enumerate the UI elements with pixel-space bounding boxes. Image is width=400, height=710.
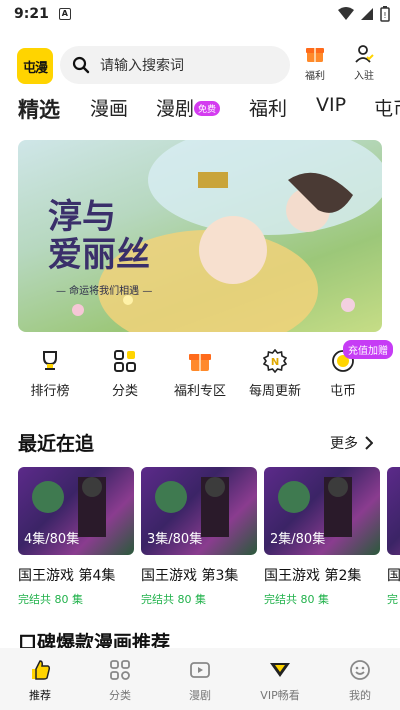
tab-welfare[interactable]: 福利	[249, 94, 287, 121]
nav-category[interactable]: 分类	[80, 648, 160, 710]
welfare-zone-button[interactable]: 福利专区	[165, 348, 235, 399]
category-grid-icon	[114, 350, 136, 372]
banner-title: 淳与 爱丽丝	[48, 198, 150, 274]
wifi-icon	[338, 7, 354, 20]
gift-icon	[306, 48, 324, 62]
comic-cover: 4集/80集	[18, 467, 134, 555]
nav-recommend[interactable]: 推荐	[0, 648, 80, 710]
more-label: 更多	[330, 436, 358, 452]
comic-title: 国王游戏 第4集	[18, 568, 116, 584]
comic-status: 完结共 80 集	[141, 593, 206, 606]
smile-icon	[350, 660, 370, 680]
welfare-button[interactable]: 福利	[295, 44, 335, 82]
category-button[interactable]: 分类	[90, 348, 160, 399]
recommend-section-title: 口碑爆款漫画推荐	[18, 632, 171, 650]
recent-card[interactable]: 2集/80集 国王游戏 第2集 完结共 80 集	[264, 467, 380, 607]
nav-category-label: 分类	[109, 689, 131, 702]
episode-count: 3集/80集	[147, 532, 203, 547]
comic-cover	[387, 467, 400, 555]
nav-vip-label: VIP畅看	[260, 689, 300, 702]
tab-comics[interactable]: 漫画	[90, 94, 128, 121]
app-logo[interactable]: 屯漫	[17, 48, 53, 84]
recent-card[interactable]: 3集/80集 国王游戏 第3集 完结共 80 集	[141, 467, 257, 607]
nav-mine-label: 我的	[349, 689, 371, 702]
status-indicators: !	[338, 6, 390, 22]
episode-count: 2集/80集	[270, 532, 326, 547]
quick-menu: 排行榜 分类 福利专区 N 每周更新 屯币	[0, 348, 400, 400]
free-badge: 免费	[194, 101, 221, 116]
banner-title-line1: 淳与	[48, 197, 116, 237]
recent-card[interactable]: 4集/80集 国王游戏 第4集 完结共 80 集	[18, 467, 134, 607]
join-label: 入驻	[354, 71, 374, 82]
comic-title: 国	[387, 568, 400, 584]
status-bar: 9:21 A !	[0, 0, 400, 28]
recharge-bonus-badge: 充值加赠	[343, 340, 393, 359]
search-bar[interactable]: 请输入搜索词	[60, 46, 290, 84]
nav-recommend-label: 推荐	[29, 689, 51, 702]
notification-icon: A	[58, 8, 71, 20]
more-button[interactable]: 更多	[330, 433, 373, 453]
tab-coins[interactable]: 屯币	[374, 94, 400, 121]
battery-icon: !	[380, 6, 390, 22]
category-label: 分类	[111, 384, 138, 399]
category-grid-icon	[110, 660, 130, 680]
tab-vip[interactable]: VIP	[316, 94, 346, 116]
welfare-zone-label: 福利专区	[173, 384, 226, 399]
recent-card[interactable]: 国 完	[387, 467, 400, 607]
chevron-right-icon	[365, 436, 373, 450]
tab-featured[interactable]: 精选	[18, 94, 60, 124]
weekly-update-button[interactable]: N 每周更新	[240, 348, 310, 399]
comic-title: 国王游戏 第3集	[141, 568, 239, 584]
thumbs-up-icon	[32, 660, 51, 680]
featured-banner[interactable]: 淳与 爱丽丝 — 命运将我们相遇 —	[18, 140, 382, 332]
comic-cover: 2集/80集	[264, 467, 380, 555]
signal-icon	[361, 8, 373, 20]
vip-diamond-icon	[270, 663, 290, 677]
episode-count: 4集/80集	[24, 532, 80, 547]
user-add-icon	[355, 45, 374, 63]
comic-status: 完	[387, 593, 398, 606]
nav-drama[interactable]: 漫剧	[160, 648, 240, 710]
nav-drama-label: 漫剧	[189, 689, 211, 702]
trophy-icon	[43, 351, 57, 370]
join-button[interactable]: 入驻	[344, 44, 384, 82]
top-header: 屯漫 请输入搜索词 福利 入驻	[0, 44, 400, 86]
gift-icon	[189, 354, 211, 371]
ranking-button[interactable]: 排行榜	[15, 348, 85, 399]
recent-section-title: 最近在追	[18, 433, 95, 455]
status-time: 9:21	[14, 6, 49, 22]
ranking-label: 排行榜	[30, 384, 70, 399]
tab-drama[interactable]: 漫剧	[156, 94, 194, 121]
svg-text:N: N	[271, 357, 279, 368]
new-badge-icon: N	[263, 349, 287, 373]
comic-status: 完结共 80 集	[264, 593, 329, 606]
nav-mine[interactable]: 我的	[320, 648, 400, 710]
comic-title: 国王游戏 第2集	[264, 568, 362, 584]
video-icon	[190, 662, 210, 678]
search-icon	[72, 56, 90, 74]
weekly-update-label: 每周更新	[248, 384, 301, 399]
welfare-label: 福利	[305, 71, 325, 82]
comic-status: 完结共 80 集	[18, 593, 83, 606]
comic-cover: 3集/80集	[141, 467, 257, 555]
banner-subtitle: — 命运将我们相遇 —	[56, 286, 153, 297]
coins-label: 屯币	[329, 384, 356, 399]
banner-title-line2: 爱丽丝	[48, 235, 150, 275]
bottom-navigation: 推荐 分类 漫剧 VIP畅看 我的	[0, 648, 400, 710]
svg-text:!: !	[383, 11, 386, 20]
search-placeholder: 请输入搜索词	[100, 58, 184, 74]
nav-vip[interactable]: VIP畅看	[240, 648, 320, 710]
